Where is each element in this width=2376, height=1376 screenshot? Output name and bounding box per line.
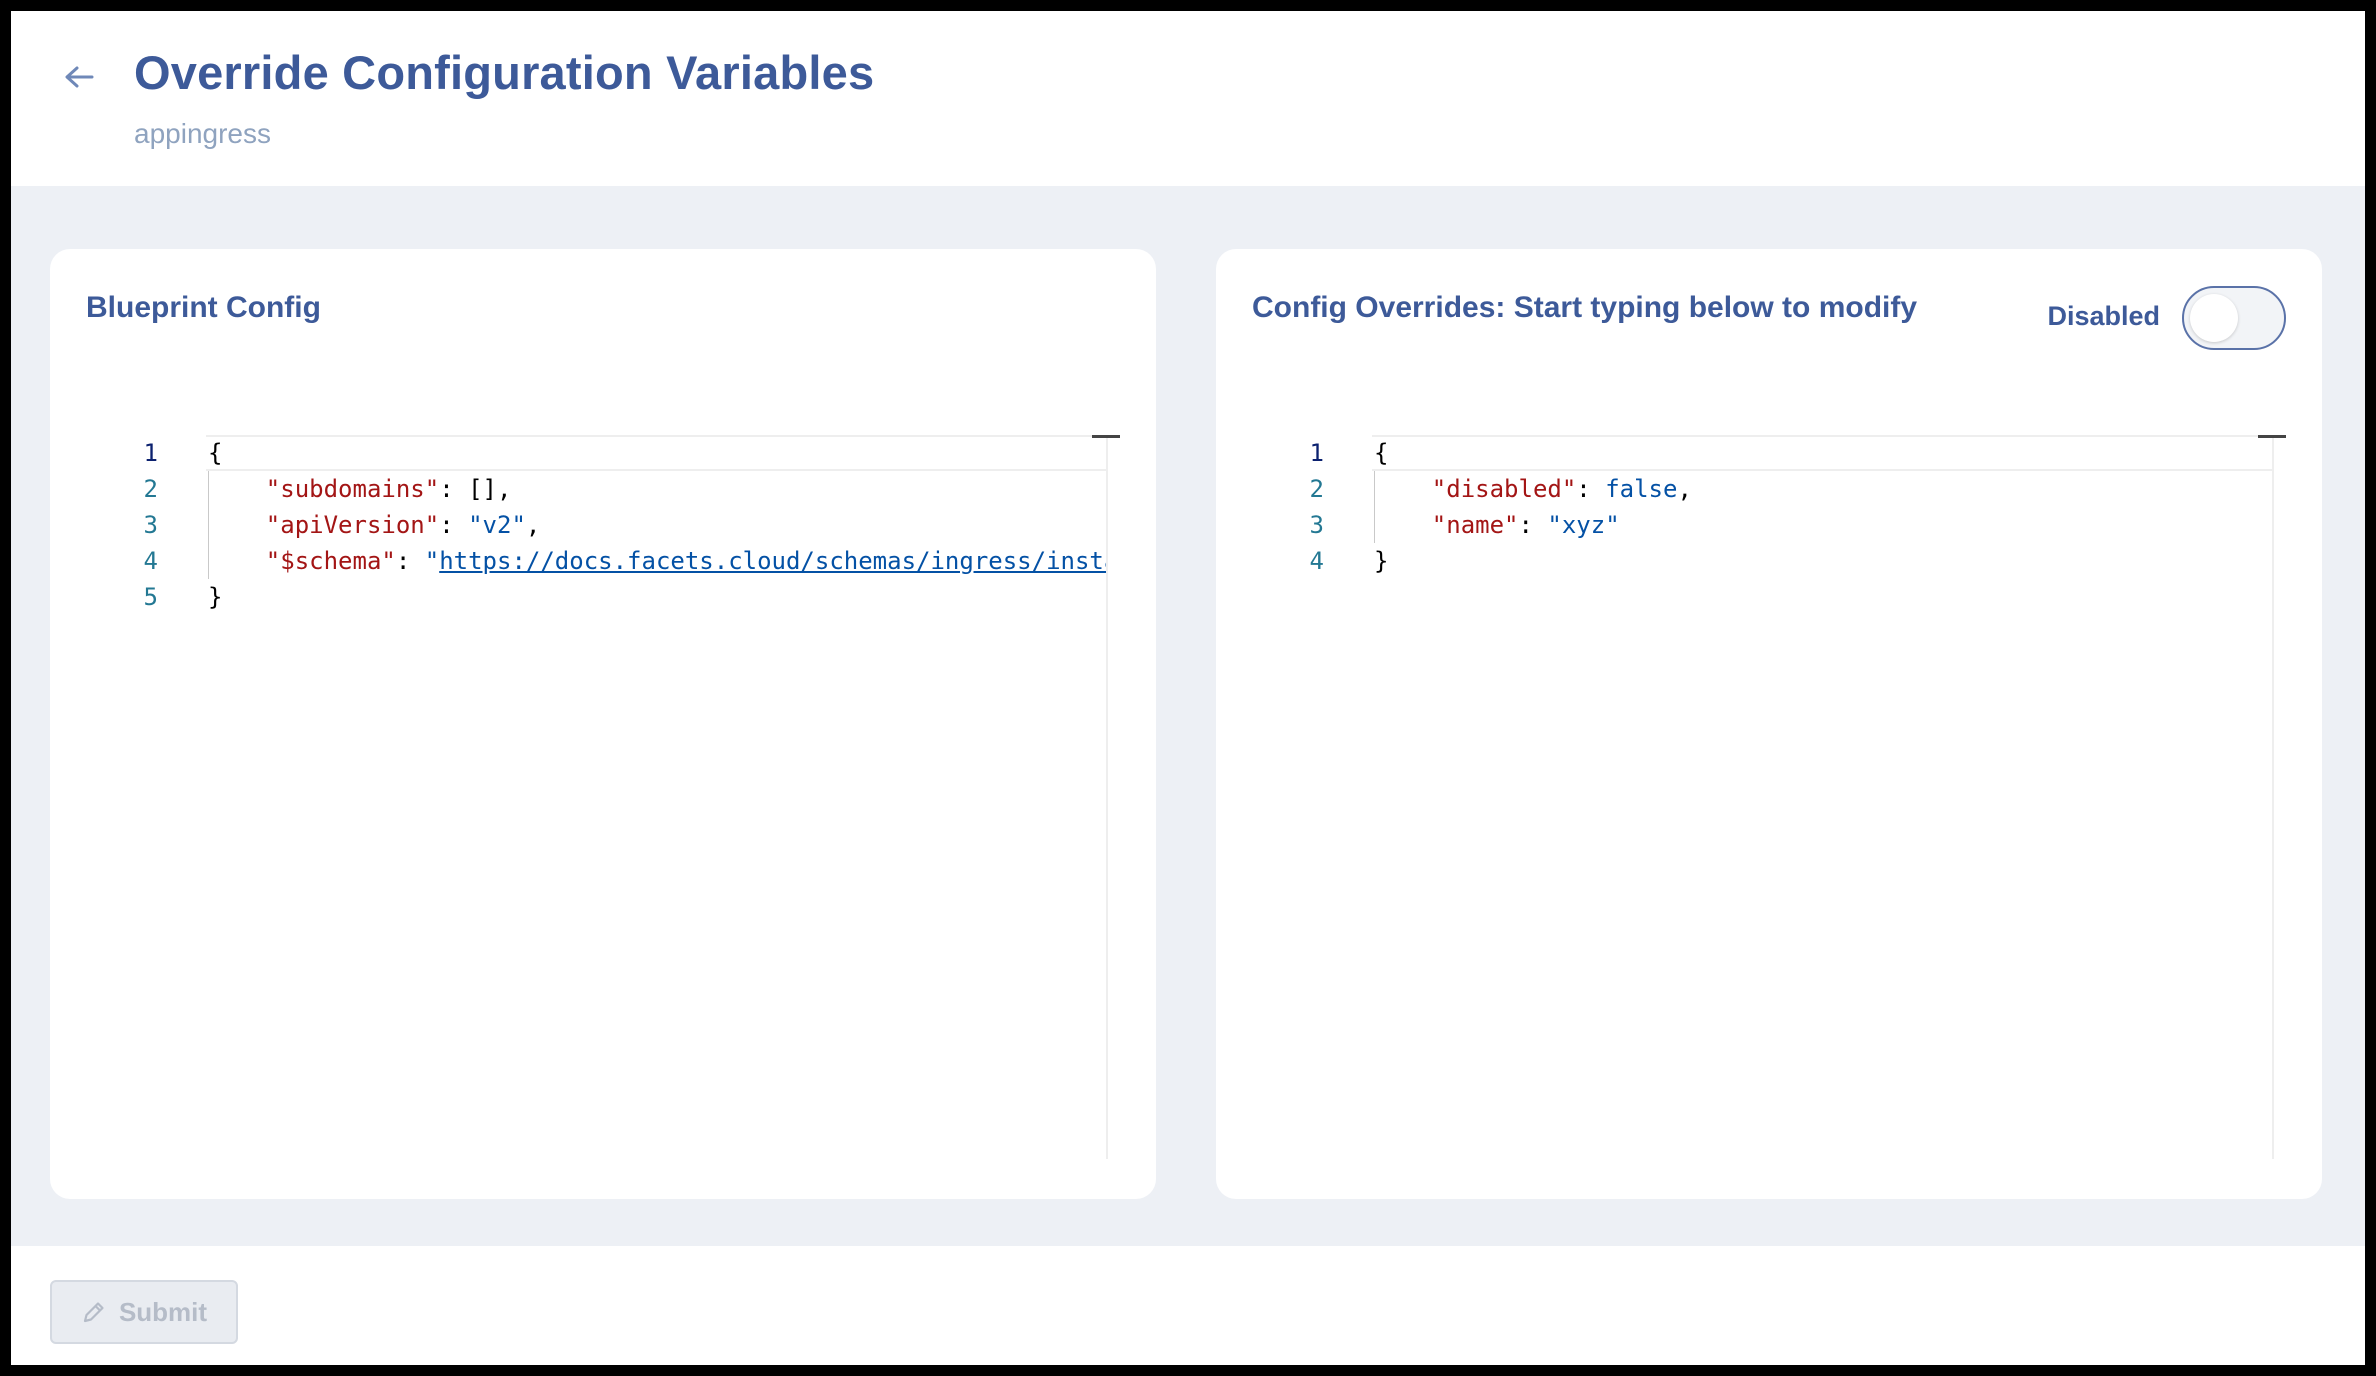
json-key: "subdomains" [265, 475, 440, 503]
app-window: Override Configuration Variables appingr… [11, 11, 2365, 1365]
vertical-scrollbar[interactable] [2272, 435, 2274, 1159]
overrides-code-editor[interactable]: 1 2 3 4 { "disabled": false, "name": "xy… [1252, 435, 2286, 1159]
line-number-gutter: 1 2 3 4 [1252, 435, 1364, 1159]
line-number: 1 [143, 439, 158, 467]
line-number: 4 [1309, 547, 1324, 575]
json-separator: : [439, 475, 469, 503]
submit-label: Submit [118, 1296, 208, 1327]
back-button[interactable] [57, 55, 101, 99]
json-separator: : [1576, 475, 1606, 503]
page-title: Override Configuration Variables [134, 46, 875, 99]
overview-ruler-marker [1092, 435, 1120, 438]
line-number: 2 [1309, 475, 1324, 503]
json-value: [] [468, 475, 497, 503]
line-number: 2 [143, 475, 158, 503]
line-number: 3 [1309, 511, 1324, 539]
json-boolean: false [1605, 475, 1678, 503]
json-key: "name" [1431, 511, 1519, 539]
json-brace: { [1374, 439, 1389, 467]
code-line: "subdomains": [], [208, 471, 512, 507]
page-subtitle: appingress [134, 118, 271, 149]
json-comma: , [1677, 475, 1692, 503]
json-comma: , [525, 511, 541, 539]
toggle-knob [2190, 294, 2238, 342]
code-line: "disabled": false, [1374, 471, 1692, 507]
json-brace: } [208, 583, 223, 611]
line-number-gutter: 1 2 3 4 5 [86, 435, 198, 1159]
main-content: Blueprint Config 1 2 3 4 5 { "subdomains… [11, 186, 2365, 1246]
page-header: Override Configuration Variables appingr… [11, 11, 2365, 186]
json-separator: : [439, 511, 469, 539]
json-separator: : [395, 547, 425, 575]
json-brace: } [1374, 547, 1389, 575]
blueprint-code-editor[interactable]: 1 2 3 4 5 { "subdomains": [], "apiVersio… [86, 435, 1120, 1159]
code-line: "name": "xyz" [1374, 507, 1620, 543]
blueprint-config-title: Blueprint Config [86, 291, 321, 324]
code-line: } [208, 579, 222, 615]
code-area[interactable]: { "subdomains": [], "apiVersion": "v2", … [208, 435, 1106, 1159]
blueprint-config-card: Blueprint Config 1 2 3 4 5 { "subdomains… [50, 249, 1156, 1199]
overview-ruler-marker [2258, 435, 2286, 438]
page-footer: Submit [11, 1246, 2365, 1365]
json-brace: { [208, 439, 223, 467]
schema-link[interactable]: https://docs.facets.cloud/schemas/ingres… [439, 547, 1106, 575]
submit-button[interactable]: Submit [50, 1280, 238, 1344]
json-string: "v2" [468, 511, 526, 539]
code-line: "$schema": "https://docs.facets.cloud/sc… [208, 543, 1106, 579]
code-line: { [208, 435, 222, 471]
json-string: "xyz" [1547, 511, 1620, 539]
toggle-label: Disabled [2047, 301, 2160, 331]
pencil-icon [83, 1302, 104, 1323]
vertical-scrollbar[interactable] [1106, 435, 1108, 1159]
json-key: "disabled" [1431, 475, 1577, 503]
config-overrides-title: Config Overrides: Start typing below to … [1252, 291, 1918, 324]
code-line: } [1374, 543, 1388, 579]
json-comma: , [497, 475, 512, 503]
line-number: 4 [143, 547, 158, 575]
code-line: "apiVersion": "v2", [208, 507, 541, 543]
json-quote: " [424, 547, 440, 575]
config-overrides-card: Config Overrides: Start typing below to … [1216, 249, 2322, 1199]
code-line: { [1374, 435, 1388, 471]
line-number: 1 [1309, 439, 1324, 467]
code-area[interactable]: { "disabled": false, "name": "xyz" } [1374, 435, 2272, 1159]
json-key: "$schema" [265, 547, 396, 575]
json-key: "apiVersion" [265, 511, 440, 539]
arrow-left-icon [65, 66, 94, 88]
json-separator: : [1518, 511, 1548, 539]
line-number: 3 [143, 511, 158, 539]
disabled-toggle[interactable] [2182, 286, 2286, 350]
line-number: 5 [143, 583, 158, 611]
